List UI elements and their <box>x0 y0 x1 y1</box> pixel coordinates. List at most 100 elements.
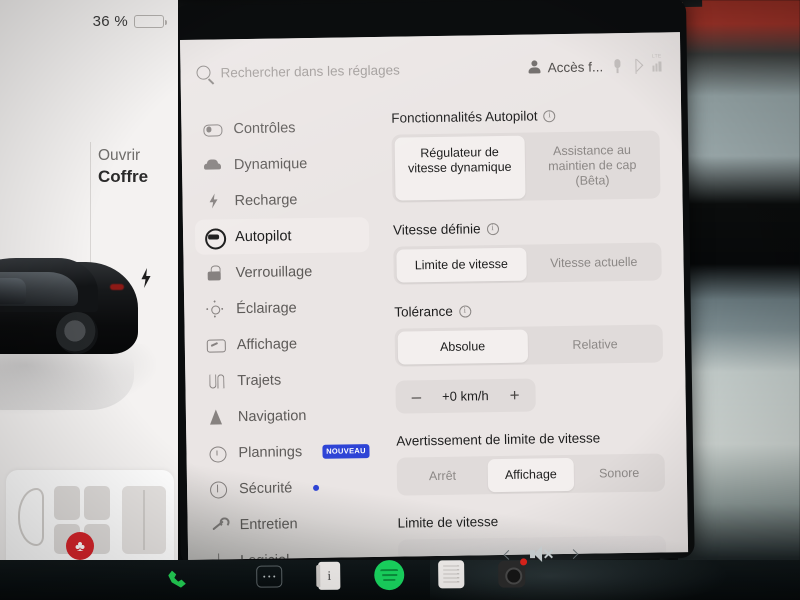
sidebar-item-label: Verrouillage <box>235 263 313 281</box>
wrench-icon <box>209 516 226 533</box>
frunk-target-label: Coffre <box>98 167 149 186</box>
section-header-vitesse-definie: Vitesse définie <box>392 218 661 238</box>
mute-volume-icon[interactable] <box>530 546 552 562</box>
chevron-right-icon[interactable] <box>568 548 579 559</box>
battery-percent: 36 % <box>92 13 128 30</box>
car-visualization[interactable] <box>0 240 178 420</box>
decrease-button[interactable]: – <box>411 387 421 406</box>
segment-option-vitesse-actuelle[interactable]: Vitesse actuelle <box>528 245 659 280</box>
section-title-limite-vitesse: Limite de vitesse <box>397 514 499 531</box>
car-icon <box>204 156 221 173</box>
frunk-open-control[interactable]: Ouvrir Coffre <box>98 146 148 188</box>
sidebar-item-plannings[interactable]: Plannings NOUVEAU <box>198 433 373 471</box>
battery-indicator[interactable]: 36 % <box>92 13 167 30</box>
sidebar-item-dynamique[interactable]: Dynamique <box>194 145 369 183</box>
lte-signal-icon[interactable]: LTE <box>652 53 665 72</box>
sidebar-item-entretien[interactable]: Entretien <box>199 505 374 543</box>
sidebar-item-recharge[interactable]: Recharge <box>194 181 369 219</box>
section-title: Vitesse définie <box>392 221 481 238</box>
sidebar-item-label: Plannings <box>238 443 303 461</box>
tolerance-stepper[interactable]: – +0 km/h + <box>395 378 536 414</box>
heat-glyph: ♣ <box>75 537 85 555</box>
section-title: Fonctionnalités Autopilot <box>391 108 538 126</box>
phone-app-icon[interactable] <box>166 566 190 590</box>
segment-option-regulateur[interactable]: Régulateur de vitesse dynamique <box>394 135 526 201</box>
segment-option-relative[interactable]: Relative <box>530 327 661 362</box>
sidebar-item-verrouillage[interactable]: Verrouillage <box>195 253 370 291</box>
increase-button[interactable]: + <box>510 385 520 404</box>
new-badge: NOUVEAU <box>322 443 370 459</box>
account-label: Accès f... <box>547 58 604 75</box>
lte-label: LTE <box>651 53 662 60</box>
bolt-icon <box>204 192 221 209</box>
info-app-icon[interactable]: i <box>318 561 341 590</box>
sidebar-item-label: Sécurité <box>238 479 293 497</box>
light-icon <box>206 300 223 317</box>
segment-option-limite-vitesse[interactable]: Limite de vitesse <box>395 247 527 283</box>
section-header-tolerance: Tolérance <box>394 300 662 320</box>
taskbar-controls <box>503 546 579 563</box>
settings-sidebar: Contrôles Dynamique Recharge Autopilot V… <box>181 95 384 560</box>
autopilot-settings-panel: Fonctionnalités Autopilot Régulateur de … <box>377 90 688 557</box>
segment-option-maintien-cap[interactable]: Assistance au maintien de cap (Bêta) <box>527 133 658 198</box>
notification-dot <box>313 484 320 491</box>
sidebar-item-autopilot[interactable]: Autopilot <box>194 217 370 255</box>
account-chip[interactable]: Accès f... <box>528 59 604 75</box>
chevron-left-icon[interactable] <box>503 549 514 560</box>
mic-icon[interactable] <box>613 59 621 73</box>
car-window <box>0 278 26 304</box>
battery-icon <box>134 15 167 28</box>
sidebar-item-eclairage[interactable]: Éclairage <box>196 289 371 327</box>
bluetooth-icon[interactable] <box>631 58 642 73</box>
sidebar-item-label: Éclairage <box>236 299 297 317</box>
sidebar-item-label: Affichage <box>236 335 298 353</box>
schedule-clock-icon <box>208 444 225 461</box>
segment-option-arret[interactable]: Arrêt <box>399 459 486 493</box>
info-icon[interactable] <box>486 222 499 235</box>
car-wheel <box>56 312 98 354</box>
search-icon <box>196 65 211 80</box>
info-icon[interactable] <box>458 304 471 318</box>
climate-seat-panel: ♣ <box>6 470 174 574</box>
info-app-glyph: i <box>327 567 332 583</box>
sidebar-item-label: Dynamique <box>233 155 308 173</box>
sidebar-item-label: Contrôles <box>233 119 296 137</box>
segment-option-sonore[interactable]: Sonore <box>576 456 663 490</box>
sidebar-item-securite[interactable]: Sécurité <box>199 469 374 507</box>
search-input[interactable]: Rechercher dans les réglages <box>220 60 517 80</box>
sidebar-item-controles[interactable]: Contrôles <box>193 109 368 147</box>
tolerance-segmented-control[interactable]: Absolue Relative <box>394 324 664 367</box>
app-launcher-icon[interactable] <box>256 565 283 588</box>
segment-option-absolue[interactable]: Absolue <box>397 329 529 365</box>
sidebar-item-navigation[interactable]: Navigation <box>198 397 373 435</box>
settings-body: Contrôles Dynamique Recharge Autopilot V… <box>181 90 688 560</box>
autopilot-features-segmented-control[interactable]: Régulateur de vitesse dynamique Assistan… <box>391 130 661 203</box>
dashcam-app-icon[interactable] <box>498 557 528 588</box>
rear-seats-group[interactable] <box>122 486 166 554</box>
lock-icon <box>206 264 223 281</box>
search-bar[interactable]: Rechercher dans les réglages Accès f... … <box>196 48 665 89</box>
section-header-autopilot-features: Fonctionnalités Autopilot <box>391 106 659 126</box>
seat-front-right[interactable] <box>84 486 110 520</box>
speed-warning-segmented-control[interactable]: Arrêt Affichage Sonore <box>396 453 666 496</box>
notes-app-icon[interactable] <box>438 560 465 589</box>
sidebar-item-label: Trajets <box>237 371 282 389</box>
car-reflection <box>0 348 134 410</box>
heated-seat-icon[interactable]: ♣ <box>66 532 94 560</box>
segment-option-affichage[interactable]: Affichage <box>487 457 575 492</box>
seat-front-left[interactable] <box>54 486 80 520</box>
sidebar-item-affichage[interactable]: Affichage <box>197 325 372 363</box>
display-icon <box>207 336 224 353</box>
touchscreen: Rechercher dans les réglages Accès f... … <box>180 32 689 560</box>
sidebar-item-trajets[interactable]: Trajets <box>197 361 372 399</box>
car-taillight <box>110 284 124 290</box>
vitesse-definie-segmented-control[interactable]: Limite de vitesse Vitesse actuelle <box>393 242 662 285</box>
stepper-value: +0 km/h <box>441 388 489 404</box>
sidebar-item-label: Navigation <box>237 407 307 425</box>
spotify-app-icon[interactable] <box>374 559 405 591</box>
steering-wheel-heater[interactable] <box>18 488 44 546</box>
sidebar-item-label: Entretien <box>239 515 298 533</box>
app-taskbar: i <box>150 550 670 600</box>
info-icon[interactable] <box>543 109 556 122</box>
person-icon <box>528 60 541 74</box>
